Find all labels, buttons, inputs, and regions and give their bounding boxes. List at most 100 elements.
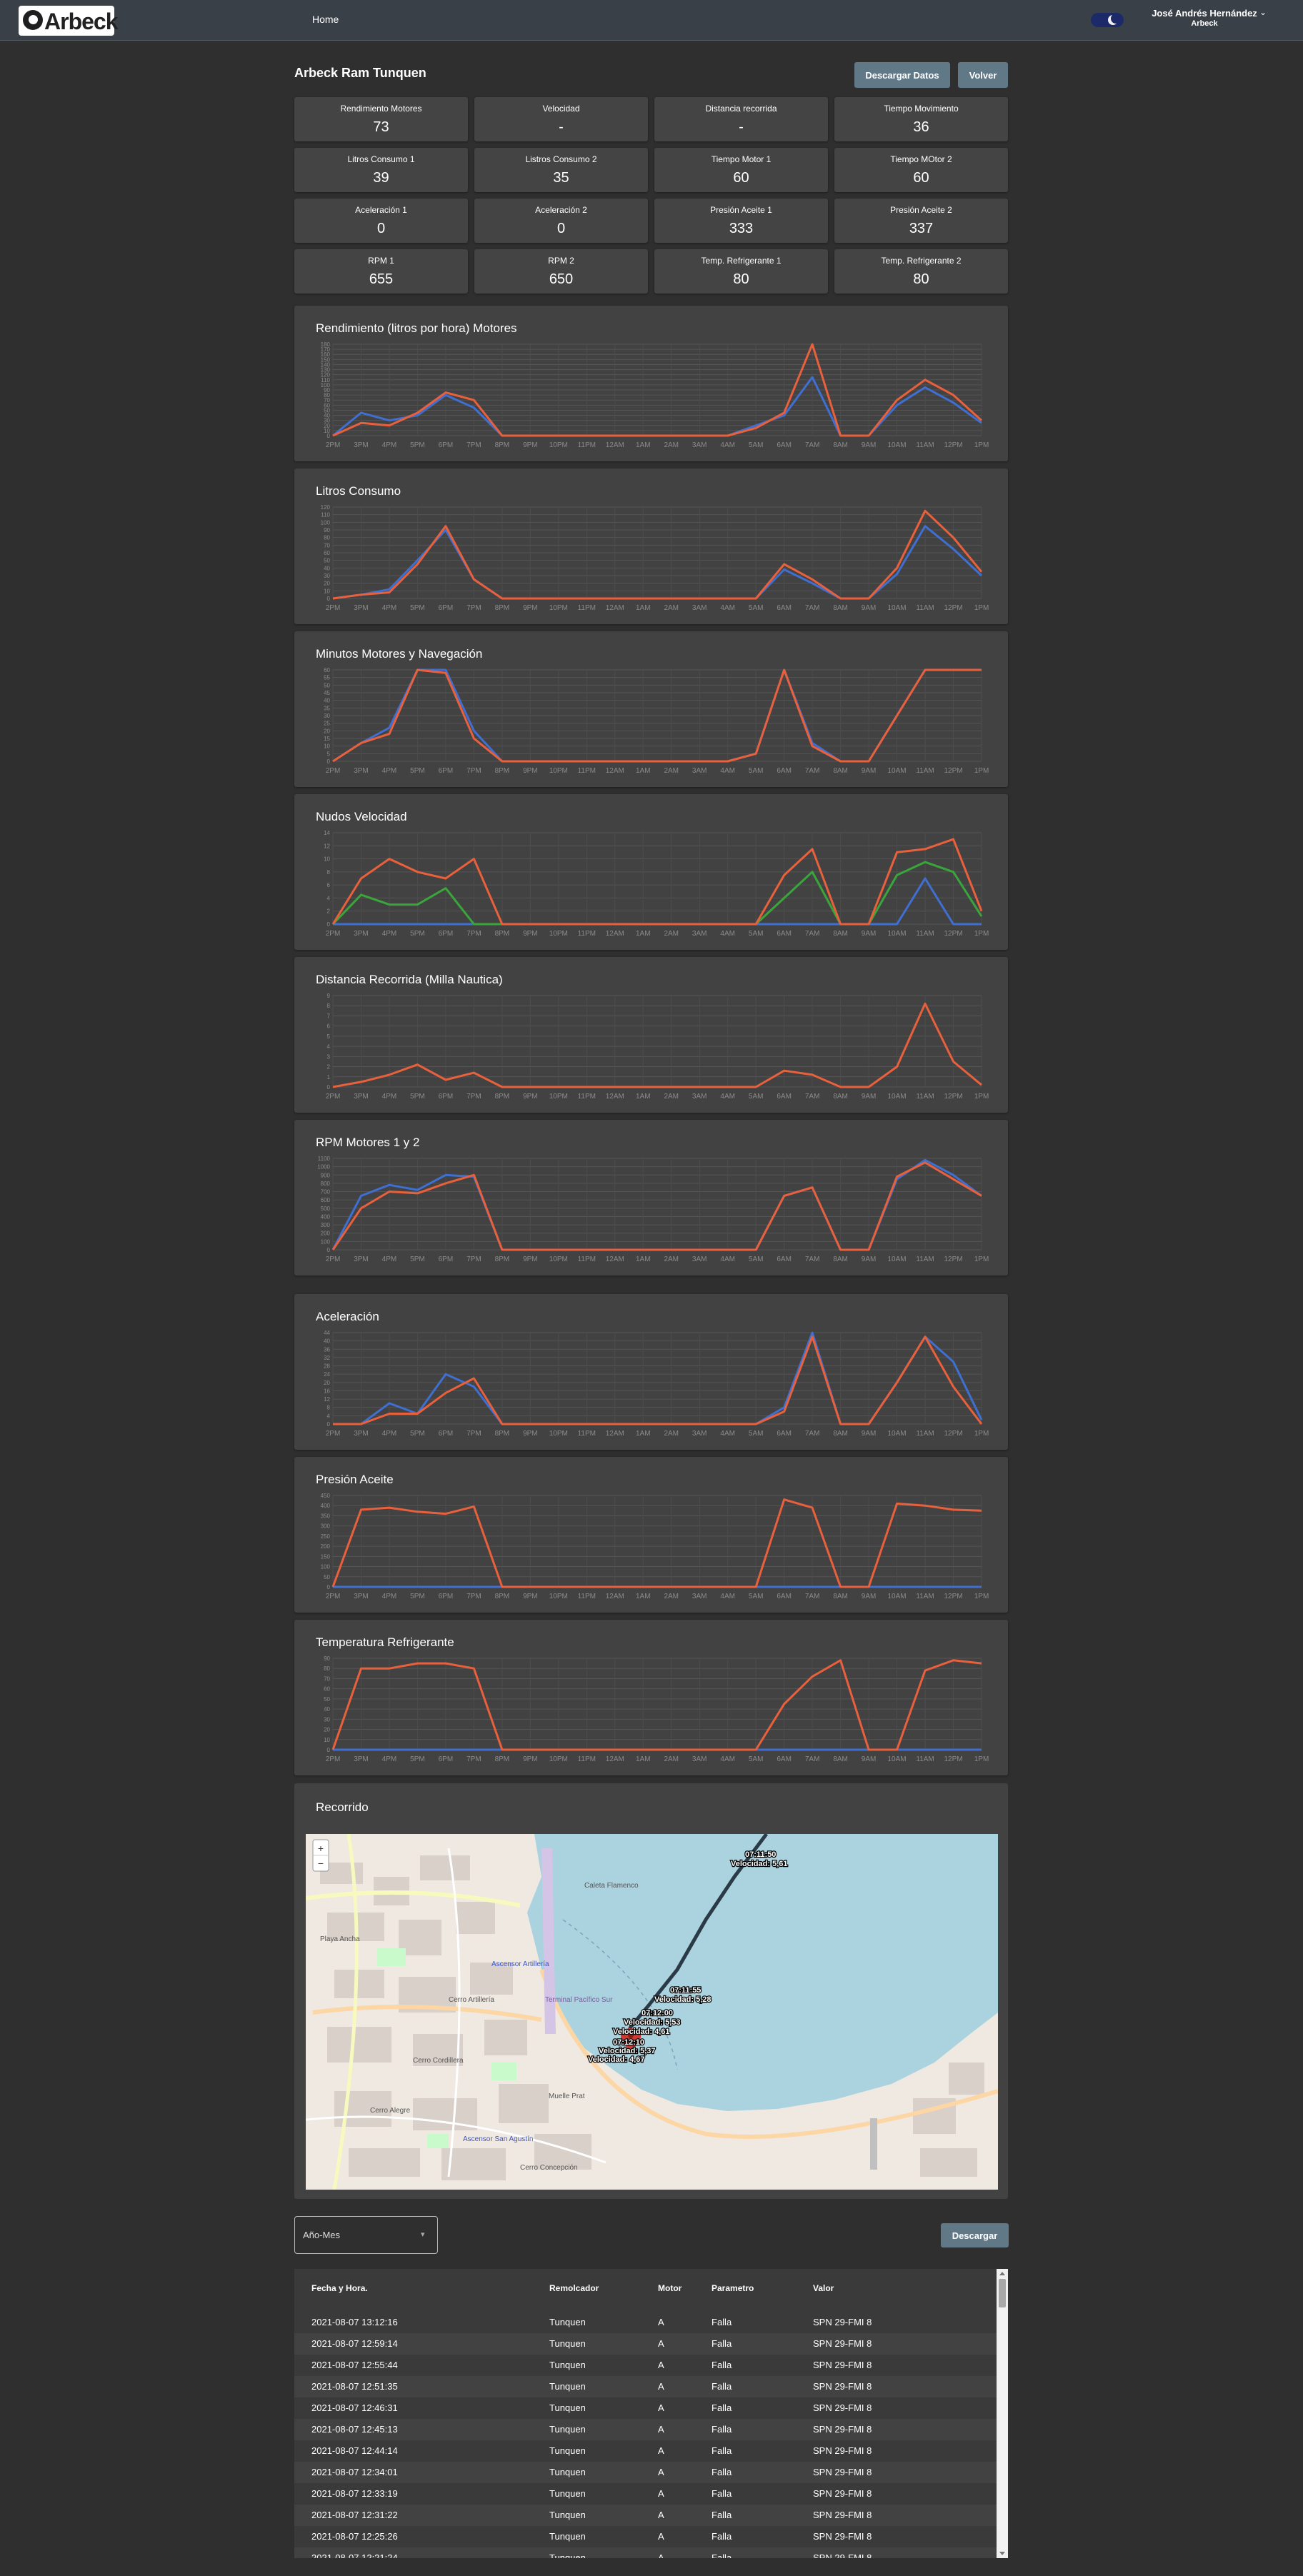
x-tick-label: 3AM: [692, 1430, 707, 1438]
minutos-chart[interactable]: 051015 2025 30 3540 45 5055 60 2PM 3PM 4PM 5PM 6PM 7…: [316, 667, 994, 780]
x-tick-label: 12PM: [944, 1430, 962, 1438]
year-month-select[interactable]: Año-Mes ▾: [294, 2216, 438, 2254]
table-row[interactable]: 2021-08-07 12:44:14 Tunquen A Falla SPN 29-F…: [294, 2440, 998, 2462]
x-tick-label: 11PM: [578, 1093, 596, 1101]
map-zoom-control: + −: [312, 1839, 329, 1872]
x-tick-label: 12AM: [606, 1755, 624, 1763]
chevron-down-icon[interactable]: ⌄: [1259, 7, 1267, 17]
x-tick-label: 9AM: [862, 1593, 877, 1600]
litros-chart[interactable]: 0 1020 30 4050 60 7080 90100110120 2PM 3PM 4PM 5PM…: [316, 504, 994, 617]
x-tick-label: 7PM: [466, 1256, 481, 1263]
y-tick-label: 8: [327, 1405, 331, 1411]
table-row[interactable]: 2021-08-07 12:45:13 Tunquen A Falla SPN 29-F…: [294, 2419, 998, 2440]
column-header[interactable]: Remolcador: [549, 2277, 599, 2299]
y-tick-label: 500: [321, 1206, 331, 1212]
y-tick-label: 1000: [317, 1164, 330, 1171]
table-row[interactable]: 2021-08-07 13:12:16 Tunquen A Falla SPN 29-F…: [294, 2312, 998, 2333]
chart-card-rendimiento: Rendimiento (litros por hora) Motores 01…: [294, 306, 1008, 461]
stat-label: Temp. Refrigerante 2: [881, 256, 962, 266]
aceleracion-chart[interactable]: 0 4 8 12 16 20 2428 32 3640 44 2PM 3PM 4PM 5PM 6PM 7PM 8…: [316, 1330, 994, 1443]
y-tick-label: 350: [321, 1513, 331, 1519]
stat-value: 0: [556, 221, 566, 236]
x-tick-label: 9AM: [862, 1430, 877, 1438]
stat-card: Listros Consumo 2 35: [474, 148, 648, 192]
y-tick-label: 4: [327, 1043, 331, 1050]
x-tick-label: 7PM: [466, 930, 481, 938]
theme-toggle-moon-icon[interactable]: [1091, 13, 1124, 27]
x-tick-label: 5PM: [410, 1093, 425, 1101]
table-row[interactable]: 2021-08-07 12:33:19 Tunquen A Falla SPN 29-F…: [294, 2483, 998, 2505]
scroll-down-icon[interactable]: [999, 2552, 1005, 2555]
x-tick-label: 8PM: [495, 1093, 510, 1101]
stat-value: 73: [373, 119, 389, 135]
chart-card-rpm: RPM Motores 1 y 2 0 100 200 300 400 500 600 700…: [294, 1120, 1008, 1276]
stat-label: Listros Consumo 2: [525, 154, 597, 164]
x-tick-label: 12PM: [944, 1256, 962, 1263]
table-row[interactable]: 2021-08-07 12:21:24 Tunquen A Falla SPN 29-F…: [294, 2547, 998, 2558]
table-row[interactable]: 2021-08-07 12:55:44 Tunquen A Falla SPN 29-F…: [294, 2355, 998, 2376]
x-tick-label: 7AM: [805, 604, 820, 612]
distancia-chart[interactable]: 0 1 2 3 4 5 6 7 8 9 2PM 3PM 4PM 5PM 6PM 7PM 8PM 9PM 10PM 11…: [316, 993, 994, 1106]
x-tick-label: 12PM: [944, 930, 962, 938]
table-cell: Falla: [712, 2402, 732, 2413]
nav-home-link[interactable]: Home: [312, 14, 339, 25]
nudos-chart[interactable]: 0 2 4 6 8 10 12 14 2PM 3PM 4PM 5PM 6PM 7PM 8PM 9PM 10PM 1…: [316, 830, 994, 943]
x-tick-label: 2AM: [664, 930, 679, 938]
zoom-in-button[interactable]: +: [318, 1843, 324, 1854]
route-map[interactable]: 07:11:50 Velocidad: 5,61 07:11:55 Veloci…: [306, 1834, 998, 2190]
x-tick-label: 8PM: [495, 1593, 510, 1600]
table-cell: Tunquen: [549, 2510, 586, 2520]
x-tick-label: 4AM: [720, 930, 735, 938]
chart-card-minutos: Minutos Motores y Navegación 0 5 10 15 20 25 3…: [294, 631, 1008, 787]
table-scrollbar[interactable]: [997, 2269, 1008, 2558]
stat-label: Litros Consumo 1: [347, 154, 415, 164]
x-tick-label: 9AM: [862, 604, 877, 612]
column-header[interactable]: Parametro: [712, 2277, 754, 2299]
series-line: [333, 1331, 983, 1425]
zoom-out-button[interactable]: −: [318, 1858, 324, 1869]
x-tick-label: 8AM: [833, 604, 848, 612]
scroll-thumb[interactable]: [999, 2279, 1006, 2307]
faults-table: Fecha y Hora. Remolcador Motor Parametro…: [294, 2269, 1008, 2558]
table-cell: A: [658, 2381, 664, 2392]
table-cell: A: [658, 2445, 664, 2456]
download-data-button[interactable]: Descargar Datos: [854, 62, 950, 88]
x-tick-label: 11PM: [578, 1593, 596, 1600]
back-button[interactable]: Volver: [958, 62, 1008, 88]
column-header[interactable]: Motor: [658, 2277, 682, 2299]
scroll-up-icon[interactable]: [999, 2272, 1005, 2275]
x-tick-label: 5AM: [749, 767, 764, 775]
y-tick-label: 180: [321, 341, 331, 348]
column-header[interactable]: Valor: [813, 2277, 834, 2299]
user-name[interactable]: José Andrés Hernández: [1133, 8, 1276, 19]
x-tick-label: 3AM: [692, 1093, 707, 1101]
table-row[interactable]: 2021-08-07 12:34:01 Tunquen A Falla SPN 29-F…: [294, 2462, 998, 2483]
x-tick-label: 8PM: [495, 1430, 510, 1438]
rendimiento-chart[interactable]: 0102030405060708090100110120130140150160…: [316, 341, 994, 454]
y-tick-label: 600: [321, 1197, 331, 1203]
x-tick-label: 6PM: [439, 930, 454, 938]
y-tick-label: 900: [321, 1172, 331, 1178]
table-header: Fecha y Hora. Remolcador Motor Parametro…: [294, 2277, 998, 2299]
x-tick-label: 1AM: [636, 1256, 651, 1263]
column-header[interactable]: Fecha y Hora.: [311, 2277, 368, 2299]
table-row[interactable]: 2021-08-07 12:25:26 Tunquen A Falla SPN 29-F…: [294, 2526, 998, 2547]
table-row[interactable]: 2021-08-07 12:46:31 Tunquen A Falla SPN 29-F…: [294, 2397, 998, 2419]
x-tick-label: 10AM: [888, 930, 907, 938]
route-label-speed: Velocidad: 5,37: [599, 2047, 655, 2055]
table-row[interactable]: 2021-08-07 12:31:22 Tunquen A Falla SPN 29-F…: [294, 2505, 998, 2526]
table-row[interactable]: 2021-08-07 12:51:35 Tunquen A Falla SPN 29-F…: [294, 2376, 998, 2397]
arbeck-logo[interactable]: Arbeck: [19, 6, 118, 36]
presion-chart[interactable]: 0 50 100 150 200 250 300 350 400 450 2PM 3PM 4PM 5PM 6…: [316, 1493, 994, 1605]
table-row[interactable]: 2021-08-07 12:59:14 Tunquen A Falla SPN 29-F…: [294, 2333, 998, 2355]
x-tick-label: 11PM: [578, 441, 596, 449]
y-tick-label: 90: [324, 527, 330, 533]
y-tick-label: 50: [324, 1574, 330, 1580]
y-tick-label: 1100: [318, 1156, 331, 1162]
descargar-button[interactable]: Descargar: [941, 2223, 1009, 2247]
x-tick-label: 11PM: [578, 1256, 596, 1263]
rpm-chart[interactable]: 0 100200 300 400500 600700 800 9001000 1100 2PM 3…: [316, 1156, 994, 1268]
chart-title: Litros Consumo: [316, 484, 401, 498]
temperatura-chart[interactable]: 0 10 20 30 40 50 60 70 80 90 2PM 3PM 4PM 5PM 6PM 7PM 8PM…: [316, 1655, 994, 1768]
table-cell: SPN 29-FMI 8: [813, 2488, 872, 2499]
